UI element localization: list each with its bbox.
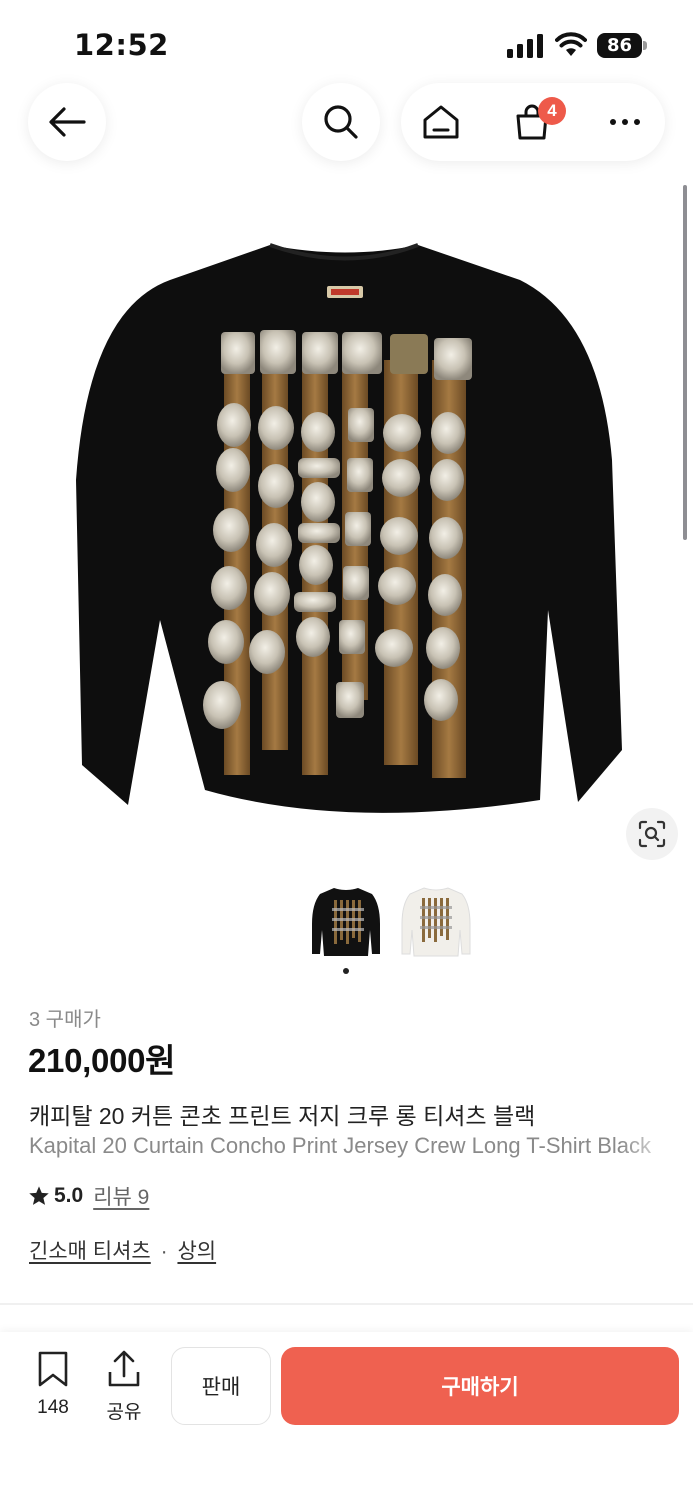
share-button[interactable]: 공유 <box>95 1350 153 1430</box>
share-icon <box>108 1350 140 1387</box>
carousel-indicator-dot <box>343 968 349 974</box>
product-title-english: Kapital 20 Curtain Concho Print Jersey C… <box>29 1133 651 1158</box>
image-search-button[interactable] <box>626 808 678 860</box>
title-fade-overlay <box>620 1130 693 1164</box>
star-icon <box>29 1186 49 1205</box>
scroll-indicator <box>683 185 687 540</box>
purchase-count: 3 구매가 <box>29 1009 101 1031</box>
more-dots-icon <box>610 119 640 125</box>
category-link-long-sleeve[interactable]: 긴소매 티셔츠 <box>29 1240 151 1263</box>
more-button[interactable] <box>597 83 653 161</box>
buy-button[interactable]: 구매하기 <box>281 1347 679 1425</box>
lens-search-icon <box>638 820 666 848</box>
battery-level: 86 <box>597 33 642 58</box>
nav-pill: 4 <box>401 83 665 161</box>
sell-button[interactable]: 판매 <box>171 1347 271 1425</box>
back-button[interactable] <box>28 83 106 161</box>
cellular-signal-icon <box>507 34 543 58</box>
home-icon <box>423 105 459 139</box>
product-title-korean: 캐피탈 20 커튼 콘초 프린트 저지 크루 롱 티셔츠 블랙 <box>29 1103 536 1129</box>
status-bar: 12:52 86 <box>0 0 693 90</box>
rating-value: 5.0 <box>54 1184 84 1207</box>
section-divider <box>0 1303 693 1305</box>
product-image[interactable] <box>0 190 693 860</box>
thumbnail-white[interactable] <box>400 884 472 960</box>
battery-icon: 86 <box>597 33 647 59</box>
rating-row: 5.0 리뷰 9 <box>28 1181 149 1211</box>
search-icon <box>324 105 358 139</box>
search-button[interactable] <box>302 83 380 161</box>
status-time: 12:52 <box>74 28 169 62</box>
price: 210,000원 <box>28 1042 176 1079</box>
category-link-tops[interactable]: 상의 <box>177 1240 216 1263</box>
wifi-icon <box>555 32 587 56</box>
share-label: 공유 <box>106 1402 142 1423</box>
save-count: 148 <box>37 1397 69 1418</box>
bottom-action-bar: 148 공유 판매 구매하기 <box>0 1332 693 1500</box>
arrow-left-icon <box>49 107 86 137</box>
thumbnail-black[interactable] <box>310 884 382 960</box>
bookmark-icon <box>38 1351 68 1387</box>
cart-count-badge: 4 <box>538 97 566 125</box>
save-button[interactable]: 148 <box>24 1350 82 1430</box>
category-separator: · <box>160 1240 168 1263</box>
category-breadcrumb: 긴소매 티셔츠 · 상의 <box>29 1235 216 1265</box>
home-button[interactable] <box>415 83 467 161</box>
review-link[interactable]: 리뷰 9 <box>93 1181 149 1211</box>
